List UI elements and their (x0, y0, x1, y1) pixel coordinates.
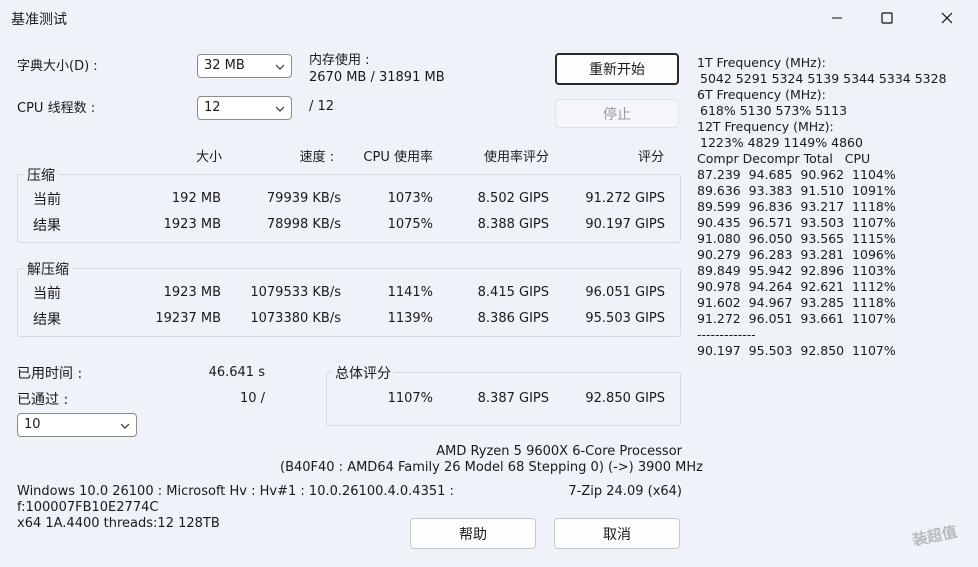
dict-size-value: 32 MB (204, 58, 245, 73)
usage-value: 1141% (387, 285, 433, 300)
header-size: 大小 (195, 150, 222, 165)
header-cpu-usage: CPU 使用率 (363, 150, 433, 165)
usage-value: 1075% (387, 217, 433, 232)
usage-value: 1139% (387, 311, 433, 326)
memory-value: 2670 MB / 31891 MB (309, 70, 445, 85)
usage-rating-value: 8.415 GIPS (477, 285, 549, 300)
size-value: 192 MB (171, 191, 221, 206)
close-icon (941, 12, 953, 24)
log-row: 89.849 95.942 92.896 1103% (697, 263, 896, 278)
version-label: 7-Zip 24.09 (x64) (568, 484, 682, 499)
cpu-details: (B40F40 : AMD64 Family 26 Model 68 Stepp… (280, 460, 703, 475)
log-rows: 87.239 94.685 90.962 1104% 89.636 93.383 … (697, 167, 947, 327)
speed-value: 1079533 KB/s (250, 285, 341, 300)
row-label: 当前 (33, 192, 61, 208)
log-row: 90.978 94.264 92.621 1112% (697, 279, 896, 294)
speed-value: 1073380 KB/s (250, 311, 341, 326)
header-rating: 评分 (637, 150, 664, 165)
freq-6t-values: 618% 5130 573% 5113 (700, 103, 848, 118)
freq-1t-values: 5042 5291 5324 5139 5344 5334 5328 (700, 71, 947, 86)
speed-value: 79939 KB/s (266, 191, 341, 206)
row-label: 当前 (33, 286, 61, 302)
passes-select[interactable]: 10 (17, 413, 137, 437)
sys-info-line3: x64 1A.4400 threads:12 128TB (17, 516, 220, 531)
passes-value: 10 (24, 417, 41, 432)
decompress-group (17, 268, 681, 337)
window-title: 基准测试 (11, 12, 67, 28)
header-speed: 速度 : (299, 150, 334, 165)
passed-value: 10 / (239, 391, 265, 406)
log-header: Compr Decompr Total CPU (697, 151, 871, 166)
decompress-label: 解压缩 (24, 259, 72, 279)
sys-info-line1: Windows 10.0 26100 : Microsoft Hv : Hv#1… (17, 484, 454, 499)
elapsed-value: 46.641 s (208, 365, 265, 380)
freq-12t-values: 1223% 4829 1149% 4860 (700, 135, 863, 150)
usage-rating-value: 8.386 GIPS (477, 311, 549, 326)
cpu-name: AMD Ryzen 5 9600X 6-Core Processor (436, 444, 682, 459)
total-rating-label: 总体评分 (332, 363, 394, 383)
threads-value: 12 (204, 100, 221, 115)
compress-label: 压缩 (24, 165, 58, 185)
rating-value: 91.272 GIPS (585, 191, 665, 206)
compress-group (17, 174, 681, 243)
header-usage-rating: 使用率评分 (483, 150, 549, 165)
restart-button[interactable]: 重新开始 (555, 53, 679, 85)
dict-size-select[interactable]: 32 MB (197, 54, 292, 78)
sys-info-line2: f:100007FB10E2774C (17, 500, 159, 515)
maximize-icon (881, 12, 893, 24)
size-value: 1923 MB (163, 285, 221, 300)
stop-button[interactable]: 停止 (555, 99, 679, 128)
log-row: 87.239 94.685 90.962 1104% (697, 167, 896, 182)
watermark-logo: 装超值 (910, 522, 959, 550)
close-button[interactable] (924, 0, 970, 36)
memory-label: 内存使用 : (309, 53, 370, 68)
chevron-down-icon (276, 106, 284, 112)
usage-rating-value: 8.388 GIPS (477, 217, 549, 232)
maximize-button[interactable] (864, 0, 910, 36)
log-row: 91.602 94.967 93.285 1118% (697, 295, 896, 310)
row-label: 结果 (33, 218, 61, 234)
frequency-panel: 1T Frequency (MHz): 5042 5291 5324 5139 … (697, 55, 947, 359)
speed-value: 78998 KB/s (266, 217, 341, 232)
freq-12t-label: 12T Frequency (MHz): (697, 119, 834, 134)
log-row: 90.279 96.283 93.281 1096% (697, 247, 896, 262)
log-row: 91.272 96.051 93.661 1107% (697, 311, 896, 326)
minimize-button[interactable] (814, 0, 860, 36)
total-usage-value: 1107% (387, 391, 433, 406)
size-value: 19237 MB (155, 311, 221, 326)
log-row: 90.435 96.571 93.503 1107% (697, 215, 896, 230)
threads-label: CPU 线程数 : (17, 101, 96, 116)
usage-value: 1073% (387, 191, 433, 206)
log-separator: ------------- (697, 327, 756, 342)
chevron-down-icon (276, 64, 284, 70)
minimize-icon (832, 17, 842, 19)
rating-value: 95.503 GIPS (585, 311, 665, 326)
log-row: 91.080 96.050 93.565 1115% (697, 231, 896, 246)
total-rating-value: 92.850 GIPS (585, 391, 665, 406)
threads-select[interactable]: 12 (197, 96, 292, 120)
dict-size-label: 字典大小(D) : (17, 59, 98, 74)
cancel-button[interactable]: 取消 (554, 518, 680, 549)
elapsed-label: 已用时间 : (17, 366, 83, 382)
usage-rating-value: 8.502 GIPS (477, 191, 549, 206)
total-usage-rating-value: 8.387 GIPS (477, 391, 549, 406)
freq-1t-label: 1T Frequency (MHz): (697, 55, 826, 70)
help-button[interactable]: 帮助 (410, 518, 536, 549)
size-value: 1923 MB (163, 217, 221, 232)
log-row: 89.636 93.383 91.510 1091% (697, 183, 896, 198)
row-label: 结果 (33, 312, 61, 328)
log-summary: 90.197 95.503 92.850 1107% (697, 343, 896, 358)
passed-label: 已通过 : (17, 392, 69, 408)
log-row: 89.599 96.836 93.217 1118% (697, 199, 896, 214)
threads-max: / 12 (309, 99, 335, 114)
chevron-down-icon (121, 423, 129, 429)
title-bar[interactable]: 基准测试 (0, 0, 978, 36)
freq-6t-label: 6T Frequency (MHz): (697, 87, 826, 102)
rating-value: 96.051 GIPS (585, 285, 665, 300)
rating-value: 90.197 GIPS (585, 217, 665, 232)
